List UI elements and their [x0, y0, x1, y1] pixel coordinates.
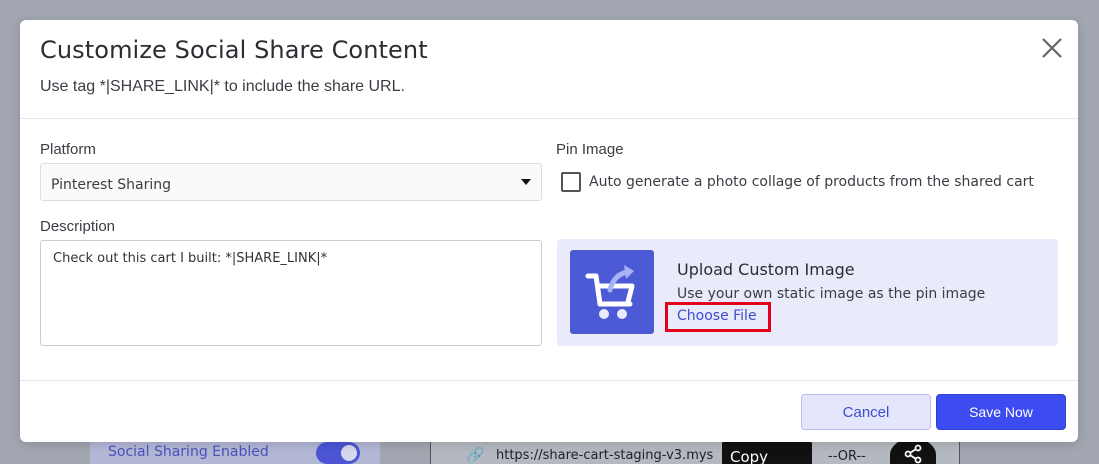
- close-icon: [1042, 38, 1062, 58]
- choose-file-link[interactable]: Choose File: [665, 302, 771, 332]
- or-separator: --OR--: [828, 449, 866, 464]
- copy-link-button[interactable]: Copy Link..: [722, 440, 812, 464]
- auto-generate-checkbox[interactable]: [561, 172, 581, 192]
- social-share-modal: Customize Social Share Content Use tag *…: [20, 20, 1078, 442]
- description-textarea[interactable]: [40, 240, 542, 346]
- upload-custom-image-panel: Upload Custom Image Use your own static …: [557, 239, 1058, 346]
- platform-select[interactable]: Pinterest Sharing: [40, 163, 542, 201]
- auto-generate-label[interactable]: Auto generate a photo collage of product…: [589, 174, 1034, 190]
- auto-generate-row: Auto generate a photo collage of product…: [561, 171, 1034, 193]
- upload-title: Upload Custom Image: [677, 260, 855, 279]
- platform-selected-value: Pinterest Sharing: [51, 177, 172, 193]
- upload-description: Use your own static image as the pin ima…: [677, 286, 986, 302]
- pin-image-label: Pin Image: [556, 141, 624, 158]
- description-label: Description: [40, 218, 116, 235]
- caret-down-icon: [521, 179, 531, 185]
- social-sharing-label: Social Sharing Enabled: [108, 444, 269, 460]
- platform-label: Platform: [40, 141, 96, 158]
- share-url-text: https://share-cart-staging-v3.mys: [496, 448, 714, 463]
- footer-divider: [20, 380, 1078, 381]
- link-icon: 🔗: [466, 447, 485, 464]
- modal-title: Customize Social Share Content: [40, 36, 428, 64]
- modal-header: Customize Social Share Content Use tag *…: [20, 20, 1078, 119]
- modal-subtitle: Use tag *|SHARE_LINK|* to include the sh…: [40, 78, 405, 95]
- cancel-button[interactable]: Cancel: [801, 394, 931, 430]
- share-icon-glyph: [904, 444, 922, 464]
- cart-share-logo-icon: [570, 250, 654, 334]
- social-sharing-toggle[interactable]: [316, 442, 360, 464]
- save-now-button[interactable]: Save Now: [936, 394, 1066, 430]
- close-button[interactable]: [1040, 36, 1064, 60]
- cart-share-logo-svg: [585, 265, 635, 319]
